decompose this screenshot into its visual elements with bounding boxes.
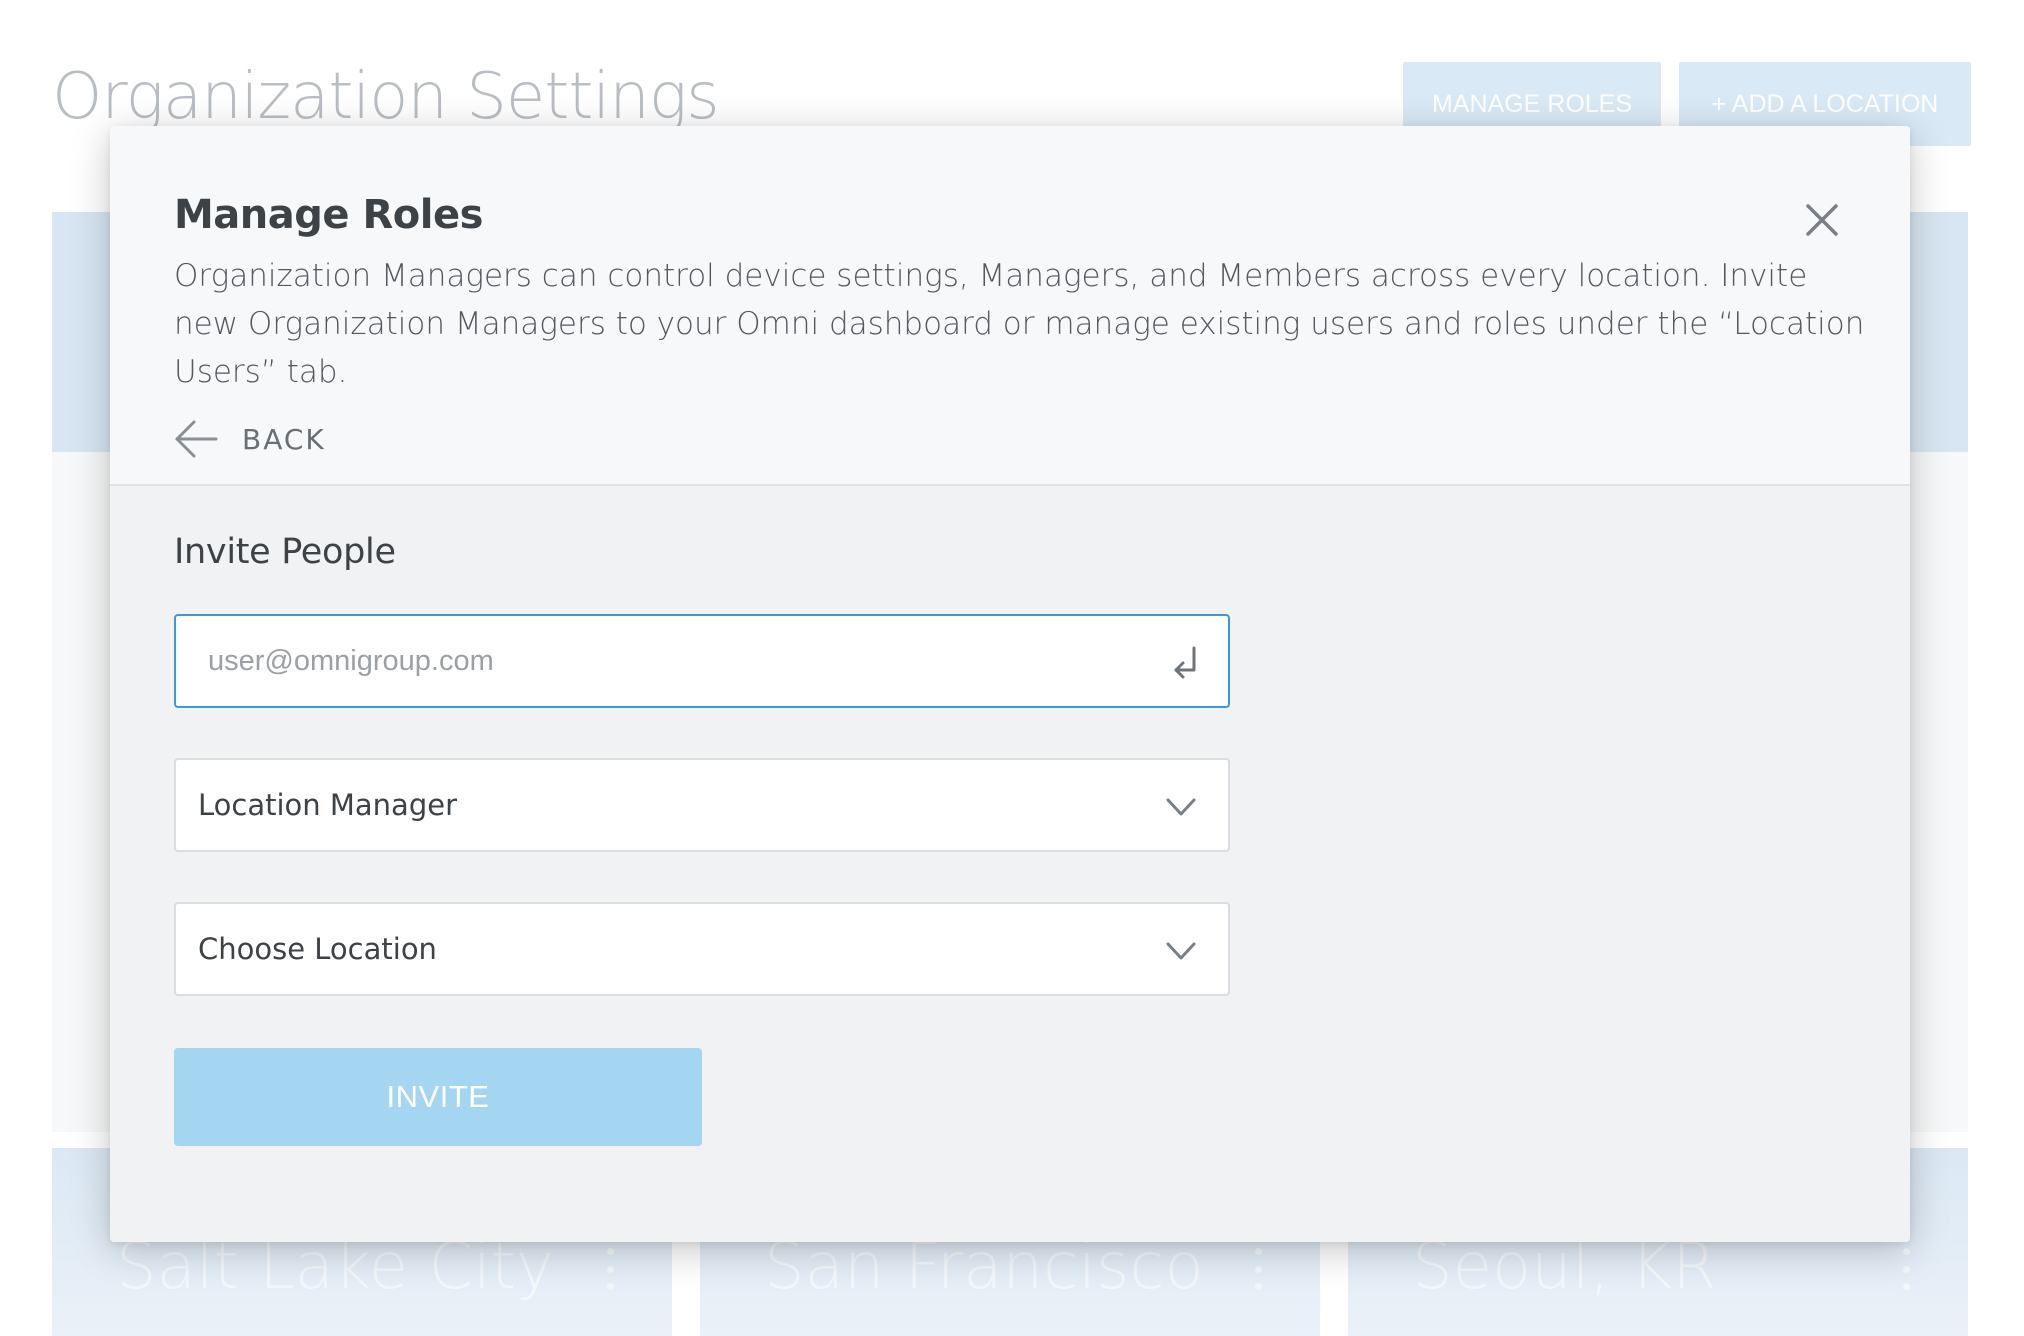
arrow-left-icon [175, 420, 218, 458]
more-options-icon [1254, 1248, 1262, 1290]
modal-header: Manage Roles Organization Managers can c… [110, 126, 1910, 486]
chevron-down-icon [1166, 798, 1196, 816]
role-select[interactable]: Location Manager [174, 758, 1230, 852]
close-icon [1806, 204, 1838, 236]
modal-description: Organization Managers can control device… [174, 258, 1865, 390]
location-select[interactable]: Choose Location [174, 902, 1230, 996]
modal-title: Manage Roles [174, 192, 483, 238]
invite-section-title: Invite People [174, 532, 396, 572]
invite-button[interactable]: INVITE [174, 1048, 702, 1146]
back-label: BACK [242, 422, 326, 456]
email-field[interactable] [174, 614, 1230, 708]
close-button[interactable] [1798, 196, 1846, 244]
email-input[interactable] [176, 616, 1136, 706]
manage-roles-modal: Manage Roles Organization Managers can c… [110, 126, 1910, 1242]
more-options-icon [1902, 1248, 1910, 1290]
location-select-value: Choose Location [198, 932, 437, 966]
role-select-value: Location Manager [198, 788, 457, 822]
enter-return-icon[interactable] [1166, 642, 1206, 682]
back-button[interactable]: BACK [174, 414, 326, 464]
chevron-down-icon [1166, 942, 1196, 960]
page-title: Organization Settings [52, 60, 720, 134]
more-options-icon [606, 1248, 614, 1290]
